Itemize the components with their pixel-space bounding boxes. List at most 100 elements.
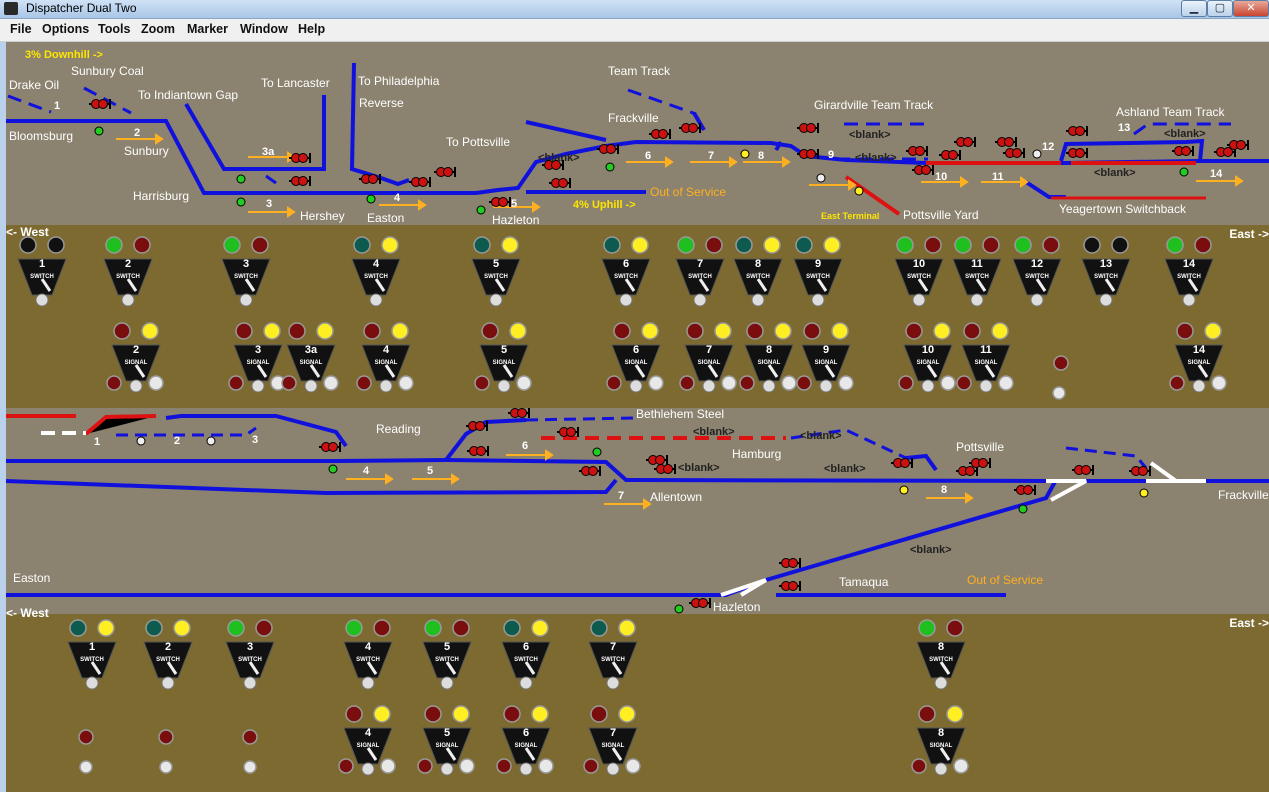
lever-knob[interactable] <box>161 676 175 690</box>
switch-lever-2[interactable]: 2SWITCH <box>103 236 153 307</box>
signal-head[interactable] <box>1003 148 1025 158</box>
menu-help[interactable]: Help <box>298 22 325 36</box>
lever-knob[interactable] <box>1030 293 1044 307</box>
lever-knob[interactable] <box>606 762 620 776</box>
lever-knob[interactable] <box>440 762 454 776</box>
switch-lever-8[interactable]: 8SWITCH <box>916 619 966 690</box>
lever-knob[interactable] <box>751 293 765 307</box>
lever-knob[interactable] <box>1099 293 1113 307</box>
lever-knob[interactable] <box>912 293 926 307</box>
lever-knob[interactable] <box>379 379 393 393</box>
signal-head[interactable] <box>289 176 311 186</box>
lever-knob[interactable] <box>934 762 948 776</box>
signal-head[interactable] <box>995 137 1017 147</box>
switch-lever-5[interactable]: 5SWITCH <box>471 236 521 307</box>
signal-head[interactable] <box>1066 126 1088 136</box>
menu-options[interactable]: Options <box>42 22 89 36</box>
signal-head[interactable] <box>289 153 311 163</box>
lever-knob[interactable] <box>129 379 143 393</box>
signal-lever-9[interactable]: 9SIGNAL <box>796 322 854 393</box>
lever-knob[interactable] <box>970 293 984 307</box>
signal-lever-3a[interactable]: 3aSIGNAL <box>281 322 339 393</box>
signal-lever-7[interactable]: 7SIGNAL <box>679 322 737 393</box>
signal-head[interactable] <box>319 442 341 452</box>
menu-window[interactable]: Window <box>240 22 288 36</box>
switch-lever-3[interactable]: 3SWITCH <box>225 619 275 690</box>
lever-knob[interactable] <box>85 676 99 690</box>
signal-lever-14[interactable]: 14SIGNAL <box>1169 322 1227 393</box>
signal-head[interactable] <box>557 427 579 437</box>
signal-head[interactable] <box>434 167 456 177</box>
lever-knob[interactable] <box>361 676 375 690</box>
signal-lever-3[interactable]: 3SIGNAL <box>228 322 286 393</box>
switch-lever-2[interactable]: 2SWITCH <box>143 619 193 690</box>
signal-head[interactable] <box>906 146 928 156</box>
switch-lever-6[interactable]: 6SWITCH <box>601 236 651 307</box>
signal-lever-6[interactable]: 6SIGNAL <box>606 322 664 393</box>
lever-knob[interactable] <box>619 293 633 307</box>
switch-lever-6[interactable]: 6SWITCH <box>501 619 551 690</box>
menu-file[interactable]: File <box>10 22 32 36</box>
signal-head[interactable] <box>646 455 668 465</box>
switch-lever-4[interactable]: 4SWITCH <box>351 236 401 307</box>
lever-knob[interactable] <box>251 379 265 393</box>
signal-head[interactable] <box>489 197 511 207</box>
lever-knob[interactable] <box>934 676 948 690</box>
lever-knob[interactable] <box>1182 293 1196 307</box>
signal-head[interactable] <box>939 150 961 160</box>
lever-knob[interactable] <box>1192 379 1206 393</box>
close-button[interactable]: ✕ <box>1233 0 1269 17</box>
lever-knob[interactable] <box>979 379 993 393</box>
lever-knob[interactable] <box>361 762 375 776</box>
signal-lever-11[interactable]: 11SIGNAL <box>956 322 1014 393</box>
lever-knob[interactable] <box>693 293 707 307</box>
lever-knob[interactable] <box>497 379 511 393</box>
switch-lever-13[interactable]: 13SWITCH <box>1081 236 1131 307</box>
switch-lever-10[interactable]: 10SWITCH <box>894 236 944 307</box>
lever-knob[interactable] <box>811 293 825 307</box>
signal-head[interactable] <box>779 581 801 591</box>
switch-lever-9[interactable]: 9SWITCH <box>793 236 843 307</box>
signal-lever-5[interactable]: 5SIGNAL <box>474 322 532 393</box>
signal-head[interactable] <box>779 558 801 568</box>
switch-lever-8[interactable]: 8SWITCH <box>733 236 783 307</box>
switch-lever-1[interactable]: 1SWITCH <box>67 619 117 690</box>
lever-knob[interactable] <box>819 379 833 393</box>
lever-knob[interactable] <box>243 676 257 690</box>
signal-lever-8[interactable]: 8SIGNAL <box>739 322 797 393</box>
menu-tools[interactable]: Tools <box>98 22 130 36</box>
lever-knob[interactable] <box>702 379 716 393</box>
signal-head[interactable] <box>797 123 819 133</box>
lever-knob[interactable] <box>239 293 253 307</box>
switch-lever-5[interactable]: 5SWITCH <box>422 619 472 690</box>
lever-knob[interactable] <box>35 293 49 307</box>
signal-head[interactable] <box>1129 466 1151 476</box>
signal-head[interactable] <box>649 129 671 139</box>
lever-knob[interactable] <box>921 379 935 393</box>
switch-lever-4[interactable]: 4SWITCH <box>343 619 393 690</box>
signal-lever-4[interactable]: 4SIGNAL <box>338 705 396 776</box>
signal-lever-2[interactable]: 2SIGNAL <box>106 322 164 393</box>
menu-marker[interactable]: Marker <box>187 22 228 36</box>
lever-knob[interactable] <box>762 379 776 393</box>
signal-head[interactable] <box>954 137 976 147</box>
lever-knob[interactable] <box>121 293 135 307</box>
signal-head[interactable] <box>689 598 711 608</box>
lever-knob[interactable] <box>606 676 620 690</box>
signal-head[interactable] <box>912 165 934 175</box>
signal-head[interactable] <box>508 408 530 418</box>
switch-lever-7[interactable]: 7SWITCH <box>675 236 725 307</box>
signal-lever-4[interactable]: 4SIGNAL <box>356 322 414 393</box>
lever-knob[interactable] <box>489 293 503 307</box>
signal-lever-5[interactable]: 5SIGNAL <box>417 705 475 776</box>
signal-head[interactable] <box>409 177 431 187</box>
signal-lever-7[interactable]: 7SIGNAL <box>583 705 641 776</box>
switch-lever-14[interactable]: 14SWITCH <box>1164 236 1214 307</box>
signal-head[interactable] <box>1014 485 1036 495</box>
switch-lever-3[interactable]: 3SWITCH <box>221 236 271 307</box>
lever-knob[interactable] <box>519 676 533 690</box>
signal-lever-6[interactable]: 6SIGNAL <box>496 705 554 776</box>
lever-knob[interactable] <box>519 762 533 776</box>
lever-knob[interactable] <box>629 379 643 393</box>
signal-head[interactable] <box>549 178 571 188</box>
